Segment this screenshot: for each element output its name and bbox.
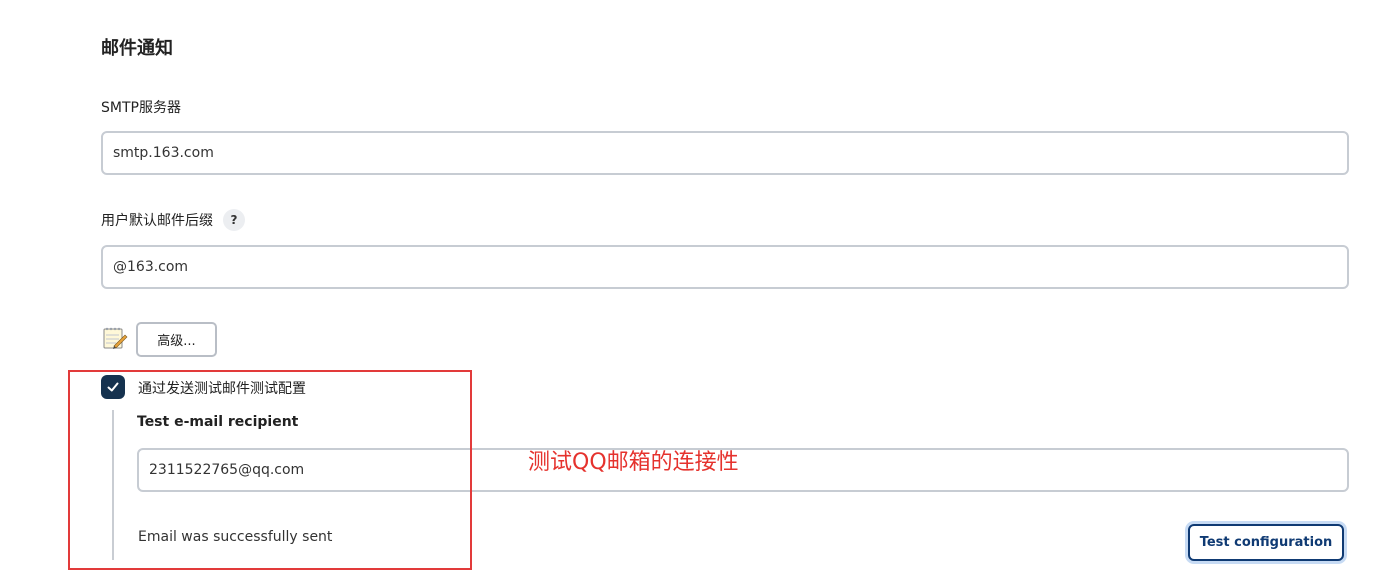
advanced-button[interactable]: 高级...	[136, 322, 217, 357]
smtp-server-input[interactable]	[101, 131, 1349, 175]
test-configuration-button[interactable]: Test configuration	[1188, 524, 1344, 561]
section-title: 邮件通知	[101, 38, 173, 59]
notepad-icon	[103, 327, 128, 349]
annotation-text: 测试QQ邮箱的连接性	[528, 450, 739, 475]
default-suffix-label-text: 用户默认邮件后缀	[101, 213, 213, 229]
annotation-highlight-box	[68, 370, 472, 570]
default-suffix-input[interactable]	[101, 245, 1349, 289]
smtp-server-label: SMTP服务器	[101, 97, 181, 117]
default-suffix-label: 用户默认邮件后缀 ?	[101, 209, 245, 231]
help-icon[interactable]: ?	[223, 209, 245, 231]
smtp-server-label-text: SMTP服务器	[101, 100, 181, 116]
